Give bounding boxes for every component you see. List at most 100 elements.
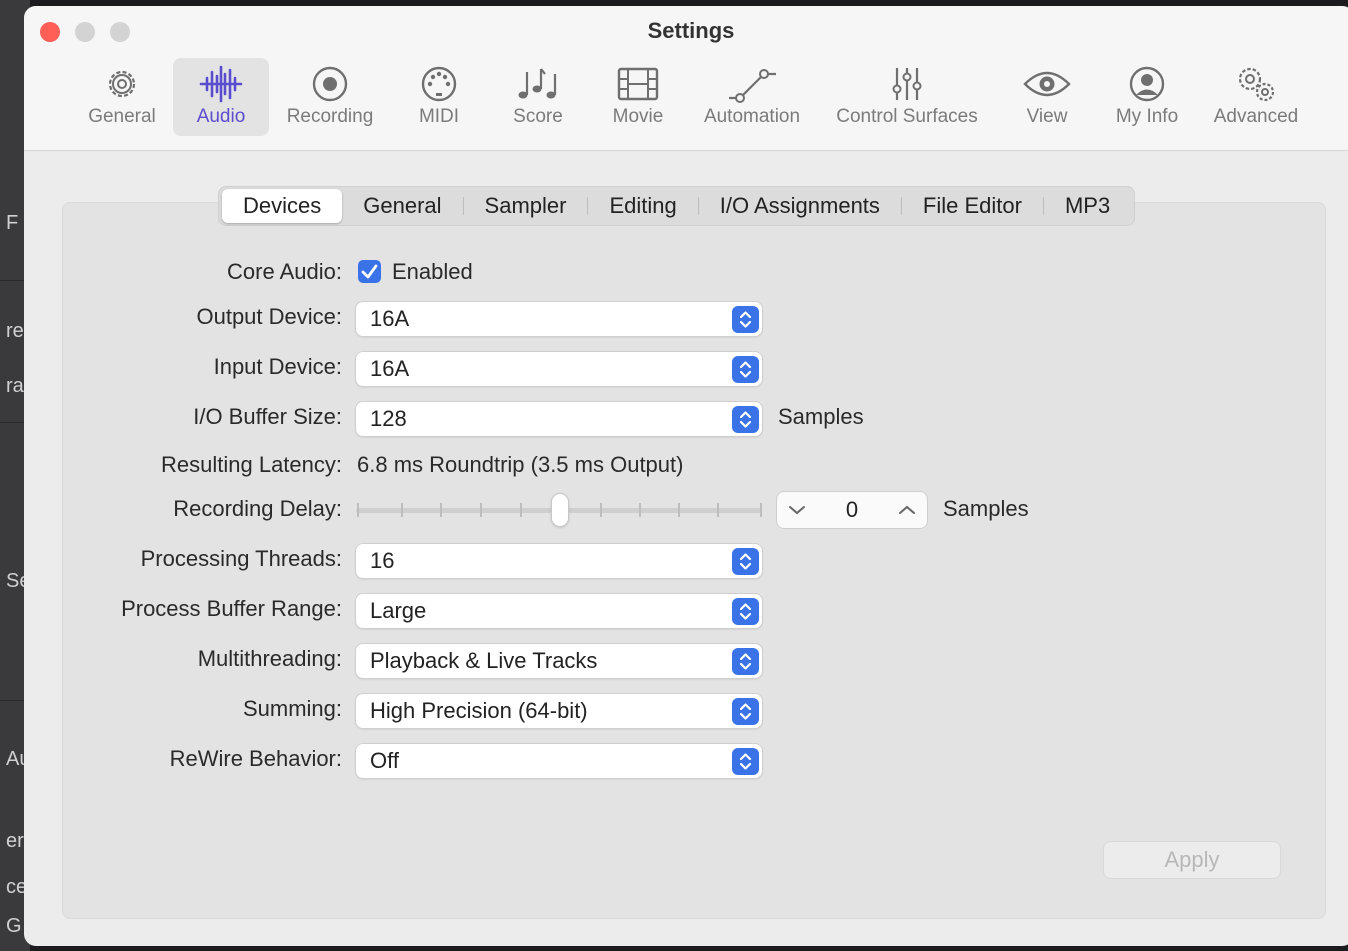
background-text: re <box>6 320 24 342</box>
rewire-value: Off <box>370 748 399 773</box>
person-circle-icon <box>1129 66 1165 102</box>
music-notes-icon <box>518 68 557 99</box>
slider-tick <box>760 503 762 517</box>
checkmark-icon <box>361 264 378 279</box>
chevron-down-icon <box>789 506 805 515</box>
toolbar-label: Movie <box>612 106 664 127</box>
toolbar-label: View <box>1026 106 1068 127</box>
core-audio-enabled-label[interactable]: Enabled <box>392 259 473 285</box>
toolbar-view[interactable]: View <box>1014 58 1080 136</box>
window-title: Settings <box>647 18 735 43</box>
chevron-up-icon <box>899 505 915 514</box>
toolbar-my-info[interactable]: My Info <box>1104 58 1190 136</box>
multithreading-popup[interactable]: Playback & Live Tracks <box>356 644 762 678</box>
slider-tick <box>600 503 602 517</box>
film-icon <box>617 67 659 101</box>
threads-popup[interactable]: 16 <box>356 544 762 578</box>
toolbar-label: Control Surfaces <box>836 106 978 127</box>
background-text: ra <box>6 375 24 397</box>
toolbar-label: My Info <box>1115 106 1179 127</box>
slider-tick <box>401 503 403 517</box>
input-device-value: 16A <box>370 356 410 381</box>
toolbar-label: Audio <box>196 106 246 127</box>
increment-button[interactable] <box>889 492 925 528</box>
tab-bar: Devices General Sampler Editing I/O Assi… <box>218 186 1136 226</box>
recording-delay-label: Recording Delay: <box>173 496 342 521</box>
rewire-popup[interactable]: Off <box>356 744 762 778</box>
buffer-size-label: I/O Buffer Size: <box>193 404 342 429</box>
buffer-range-value: Large <box>370 598 427 623</box>
decrement-button[interactable] <box>779 492 815 528</box>
latency-label: Resulting Latency: <box>161 452 342 477</box>
threads-label: Processing Threads: <box>140 546 342 571</box>
core-audio-label: Core Audio: <box>227 259 342 284</box>
recording-delay-stepper: 0 <box>777 492 927 528</box>
summing-popup[interactable]: High Precision (64-bit) <box>356 694 762 728</box>
automation-curve-icon <box>729 69 776 103</box>
popup-arrows-icon <box>732 306 759 333</box>
toolbar-label: Automation <box>703 106 801 127</box>
slider-knob[interactable] <box>552 494 568 526</box>
settings-window: Settings General Audio Recording MIDI Sc… <box>24 6 1348 946</box>
background-text: er <box>6 830 24 852</box>
slider-tick <box>357 503 359 517</box>
threads-value: 16 <box>370 548 395 573</box>
record-icon <box>312 66 348 102</box>
slider-tick <box>639 503 641 517</box>
rewire-label: ReWire Behavior: <box>169 746 342 771</box>
buffer-size-value: 128 <box>370 406 407 431</box>
summing-label: Summing: <box>242 696 342 721</box>
buffer-size-popup[interactable]: 128 <box>356 402 762 436</box>
slider-tick <box>480 503 482 517</box>
tab-file-editor[interactable]: File Editor <box>902 189 1043 223</box>
tab-io-assignments[interactable]: I/O Assignments <box>699 189 901 223</box>
latency-value: 6.8 ms Roundtrip (3.5 ms Output) <box>357 452 684 477</box>
recording-delay-unit: Samples <box>943 496 1029 521</box>
toolbar-label: Score <box>513 106 563 127</box>
core-audio-checkbox[interactable] <box>358 260 381 283</box>
summing-value: High Precision (64-bit) <box>370 698 588 723</box>
buffer-size-unit: Samples <box>778 404 864 429</box>
popup-arrows-icon <box>732 548 759 575</box>
popup-arrows-icon <box>732 356 759 383</box>
popup-arrows-icon <box>732 698 759 725</box>
toolbar-recording[interactable]: Recording <box>278 58 382 136</box>
popup-arrows-icon <box>732 648 759 675</box>
toolbar-general[interactable]: General <box>78 58 166 136</box>
toolbar-label: Recording <box>286 106 374 127</box>
gears-icon <box>1238 67 1275 102</box>
output-device-label: Output Device: <box>196 304 342 329</box>
toolbar-label: Advanced <box>1213 106 1299 127</box>
tab-general[interactable]: General <box>342 189 462 223</box>
toolbar-movie[interactable]: Movie <box>600 58 676 136</box>
output-device-value: 16A <box>370 306 410 331</box>
tab-mp3[interactable]: MP3 <box>1044 189 1131 223</box>
toolbar-audio[interactable]: Audio <box>173 58 269 136</box>
toolbar-automation[interactable]: Automation <box>694 58 810 136</box>
titlebar: Settings General Audio Recording MIDI Sc… <box>24 6 1348 151</box>
midi-connector-icon <box>421 66 457 102</box>
buffer-range-popup[interactable]: Large <box>356 594 762 628</box>
apply-button[interactable]: Apply <box>1104 842 1280 878</box>
input-device-popup[interactable]: 16A <box>356 352 762 386</box>
sliders-icon <box>892 68 922 100</box>
background-text: F <box>6 212 19 234</box>
buffer-range-label: Process Buffer Range: <box>121 596 342 621</box>
input-device-label: Input Device: <box>213 354 342 379</box>
popup-arrows-icon <box>732 748 759 775</box>
slider-tick <box>678 503 680 517</box>
slider-tick <box>440 503 442 517</box>
toolbar-midi[interactable]: MIDI <box>404 58 474 136</box>
tab-devices[interactable]: Devices <box>222 189 343 223</box>
tab-sampler[interactable]: Sampler <box>464 189 588 223</box>
toolbar-advanced[interactable]: Advanced <box>1204 58 1308 136</box>
multithreading-label: Multithreading: <box>197 646 342 671</box>
toolbar-score[interactable]: Score <box>502 58 574 136</box>
tab-editing[interactable]: Editing <box>588 189 697 223</box>
output-device-popup[interactable]: 16A <box>356 302 762 336</box>
toolbar-control-surfaces[interactable]: Control Surfaces <box>824 58 990 136</box>
multithreading-value: Playback & Live Tracks <box>370 648 598 673</box>
popup-arrows-icon <box>732 406 759 433</box>
gear-icon <box>108 70 136 98</box>
eye-icon <box>1023 71 1071 97</box>
